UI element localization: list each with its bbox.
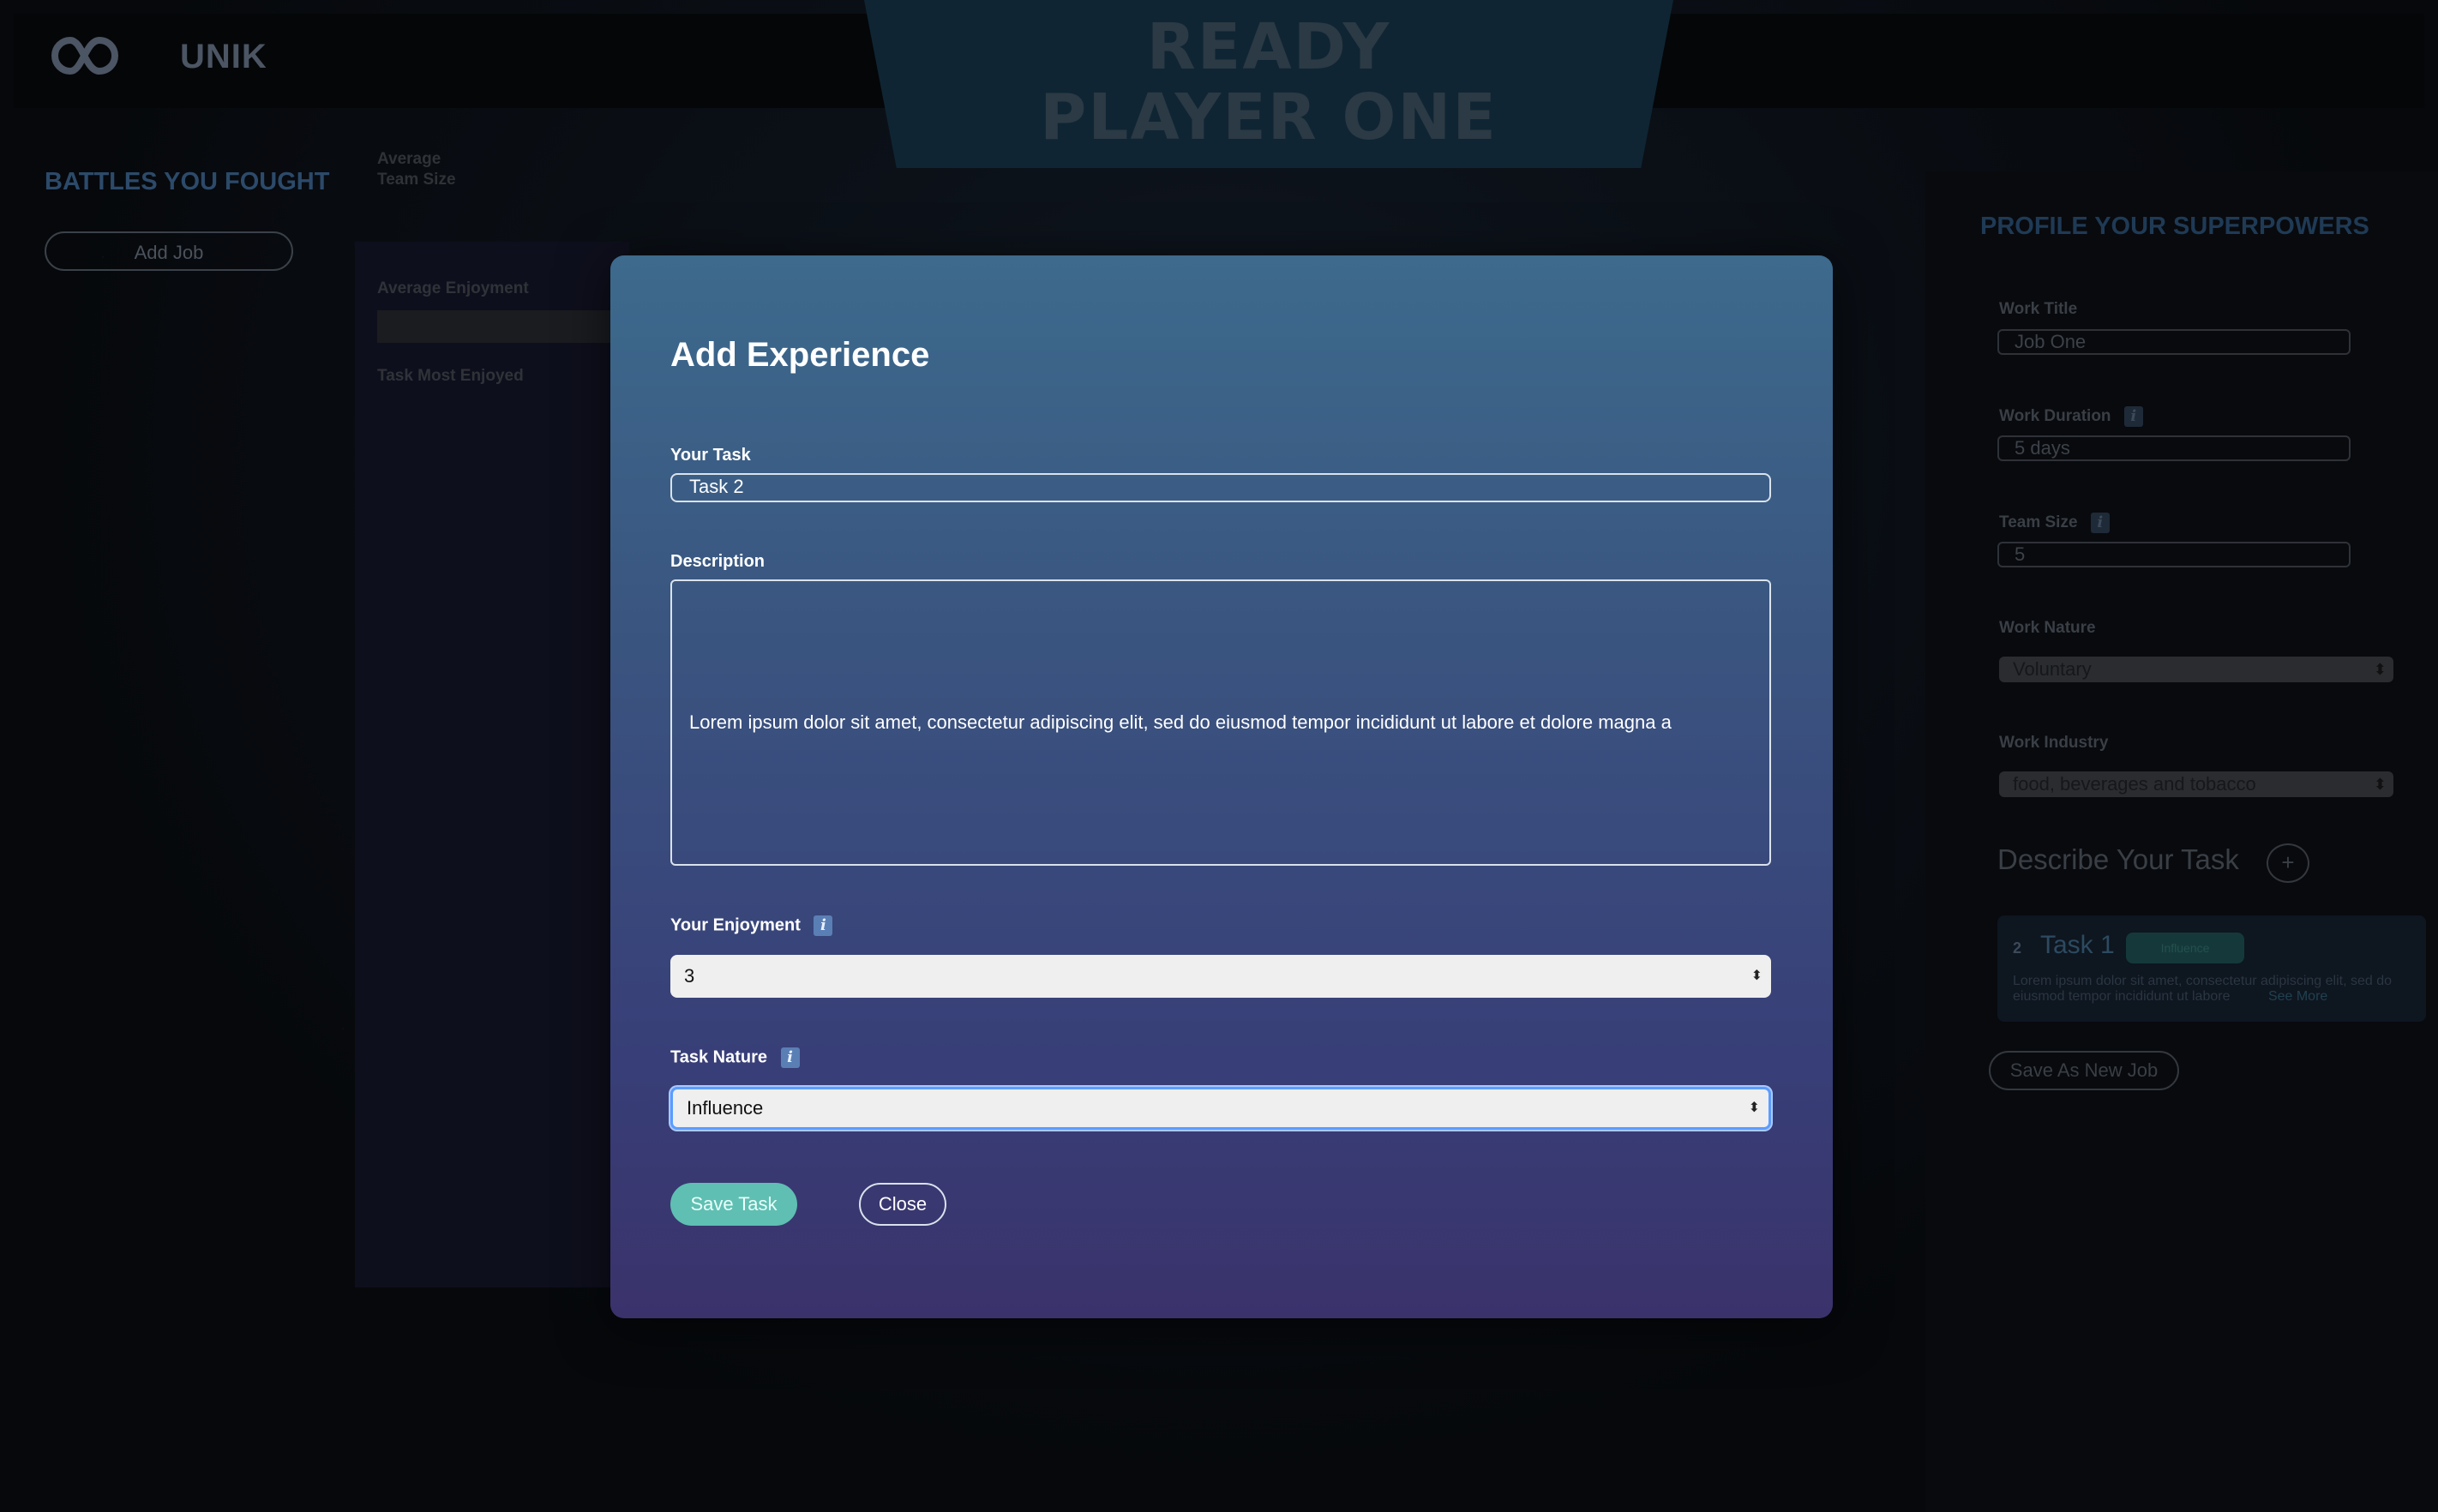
select-arrows-icon: ⬍ — [1750, 969, 1762, 983]
add-experience-modal: Add Experience Your Task Task 2 Descript… — [610, 255, 1833, 1318]
task-nature-select[interactable]: Influence ⬍ — [670, 1087, 1771, 1130]
your-task-label: Your Task — [670, 446, 751, 465]
your-enjoyment-label-text: Your Enjoyment — [670, 915, 801, 935]
task-nature-label: Task Nature i — [670, 1047, 800, 1068]
save-task-button[interactable]: Save Task — [670, 1183, 797, 1226]
your-task-input[interactable]: Task 2 — [670, 473, 1771, 502]
your-enjoyment-label: Your Enjoyment i — [670, 915, 833, 936]
info-icon[interactable]: i — [780, 1047, 800, 1068]
enjoyment-value: 3 — [684, 965, 695, 987]
modal-title: Add Experience — [670, 336, 930, 374]
task-nature-value: Influence — [687, 1097, 764, 1119]
enjoyment-select[interactable]: 3 ⬍ — [670, 955, 1771, 998]
description-text: Lorem ipsum dolor sit amet, consectetur … — [689, 711, 1672, 733]
description-label: Description — [670, 552, 766, 571]
task-nature-label-text: Task Nature — [670, 1047, 768, 1067]
select-arrows-icon: ⬍ — [1748, 1101, 1760, 1115]
info-icon[interactable]: i — [814, 915, 833, 936]
close-button[interactable]: Close — [859, 1183, 946, 1226]
description-textarea[interactable]: Lorem ipsum dolor sit amet, consectetur … — [670, 579, 1771, 866]
